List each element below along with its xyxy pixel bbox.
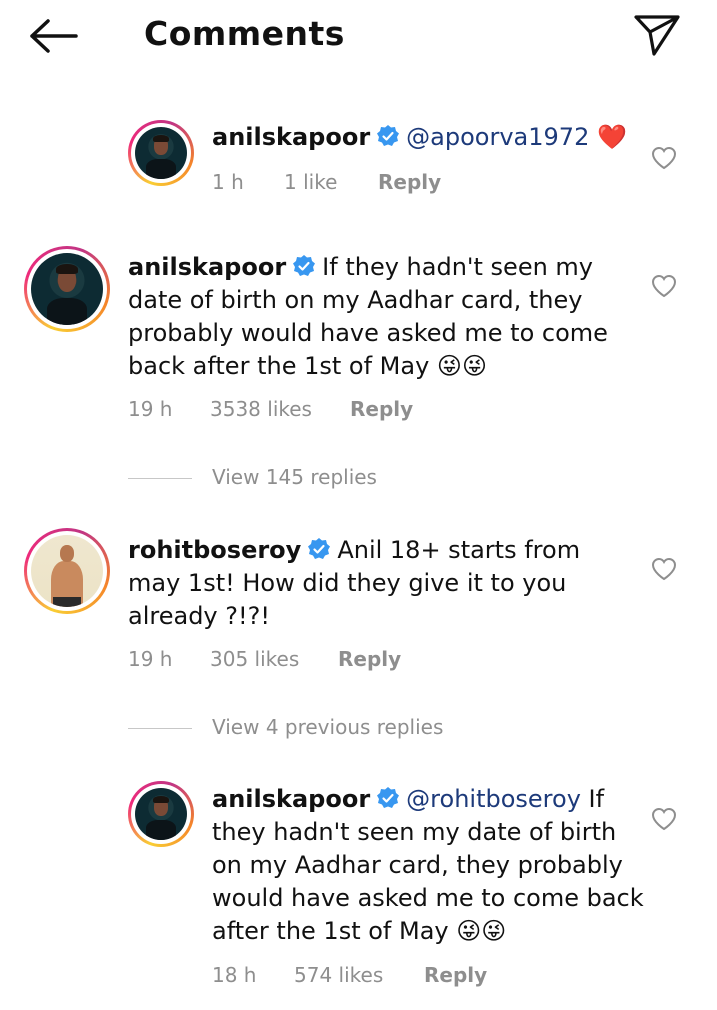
comment-line: after the 1st of May	[212, 917, 449, 945]
comment-time: 18 h	[212, 963, 257, 987]
view-replies-label: View 4 previous replies	[212, 715, 444, 739]
comment-username[interactable]: anilskapoor	[212, 785, 370, 813]
verified-badge-icon	[308, 538, 331, 559]
heart-icon[interactable]	[651, 557, 677, 581]
like-count[interactable]: 1 like	[284, 170, 337, 194]
comment-time: 19 h	[128, 647, 173, 671]
winking-tongue-emoji: 😜😜	[456, 917, 507, 945]
divider-line	[128, 478, 192, 479]
verified-badge-icon	[293, 255, 316, 276]
comment-line: back after the 1st of May	[128, 352, 430, 380]
divider-line	[128, 728, 192, 729]
heart-emoji: ❤️	[596, 123, 627, 151]
reply-button[interactable]: Reply	[338, 647, 401, 671]
winking-tongue-emoji: 😜😜	[436, 352, 487, 380]
comment-line: If	[588, 785, 605, 813]
like-count[interactable]: 3538 likes	[210, 397, 312, 421]
comment-text: anilskapoor @apoorva1972 ❤️	[212, 121, 652, 154]
comment-line: they hadn't seen my date of birth	[212, 818, 617, 846]
comment-line: already ?!?!	[128, 602, 270, 630]
reply-button[interactable]: Reply	[378, 170, 441, 194]
comment-username[interactable]: anilskapoor	[128, 253, 286, 281]
comment-text: anilskapoor @rohitboseroy If they hadn't …	[212, 783, 652, 948]
comment-time: 19 h	[128, 397, 173, 421]
arrow-left-icon[interactable]	[28, 16, 80, 56]
avatar[interactable]	[128, 120, 194, 186]
page-title: Comments	[144, 14, 345, 53]
header-bar: Comments	[0, 0, 717, 78]
comment-line: would have asked me to come back	[212, 884, 644, 912]
like-count[interactable]: 574 likes	[294, 963, 383, 987]
comment-line: If they hadn't seen my	[322, 253, 594, 281]
view-replies-label: View 145 replies	[212, 465, 377, 489]
comment-line: probably would have asked me to come	[128, 319, 608, 347]
verified-badge-icon	[377, 125, 400, 146]
reply-button[interactable]: Reply	[350, 397, 413, 421]
reply-button[interactable]: Reply	[424, 963, 487, 987]
paper-plane-icon[interactable]	[632, 12, 682, 58]
heart-icon[interactable]	[651, 807, 677, 831]
comment-username[interactable]: rohitboseroy	[128, 536, 301, 564]
mention-link[interactable]: @apoorva1972	[406, 123, 589, 151]
comment-line: on my Aadhar card, they probably	[212, 851, 623, 879]
comment-time: 1 h	[212, 170, 244, 194]
comment-line: may 1st! How did they give it to you	[128, 569, 567, 597]
avatar[interactable]	[24, 528, 110, 614]
avatar[interactable]	[24, 246, 110, 332]
verified-badge-icon	[377, 787, 400, 808]
heart-icon[interactable]	[651, 274, 677, 298]
mention-link[interactable]: @rohitboseroy	[406, 785, 581, 813]
comment-line: date of birth on my Aadhar card, they	[128, 286, 583, 314]
comment-text: anilskapoor If they hadn't seen my date o…	[128, 251, 648, 383]
comment-line: Anil 18+ starts from	[337, 536, 581, 564]
heart-icon[interactable]	[651, 146, 677, 170]
avatar[interactable]	[128, 781, 194, 847]
like-count[interactable]: 305 likes	[210, 647, 299, 671]
comment-username[interactable]: anilskapoor	[212, 123, 370, 151]
comment-text: rohitboseroy Anil 18+ starts from may 1st…	[128, 534, 648, 633]
